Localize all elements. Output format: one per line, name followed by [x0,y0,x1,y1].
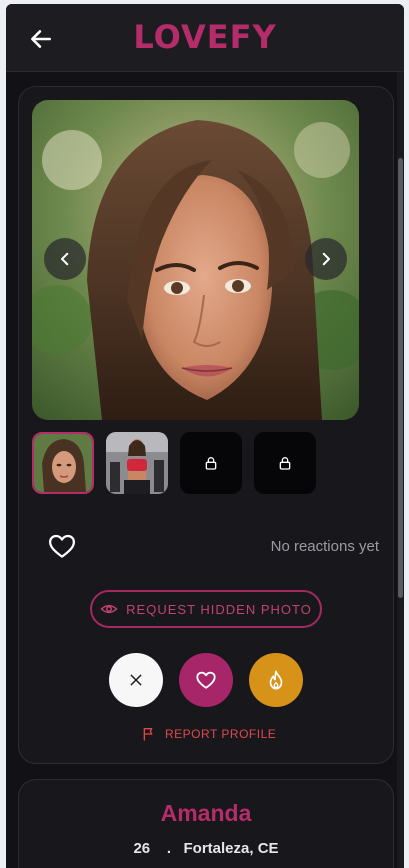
flag-icon [143,728,153,741]
flame-icon [269,670,283,690]
heart-outline-icon [49,534,75,558]
top-bar: LOVEFY [6,4,404,72]
scrollbar[interactable] [397,72,404,868]
request-hidden-photo-label: REQUEST HIDDEN PHOTO [126,601,312,617]
chevron-right-icon [322,252,330,266]
chevron-left-icon [61,252,69,266]
profile-meta: 26 . Fortaleza, CE [19,840,393,857]
meta-separator: . [166,840,171,857]
lock-icon [205,457,217,470]
main-photo [32,100,359,420]
profile-location: Fortaleza, CE [183,840,279,857]
locked-thumbnail-3[interactable] [180,432,242,494]
like-button[interactable] [179,653,233,707]
profile-name: Amanda [160,800,252,826]
profile-info-card: Amanda 26 . Fortaleza, CE [18,779,394,868]
report-profile-label: REPORT PROFILE [165,727,277,741]
reactions-status: No reactions yet [270,538,379,555]
eye-icon [100,604,118,614]
photo-thumbnails [32,432,316,494]
reactions-row: No reactions yet [47,531,379,561]
profile-photo-card: No reactions yet REQUEST HIDDEN PHOTO RE… [18,86,394,764]
lock-icon [279,457,291,470]
locked-thumbnail-4[interactable] [254,432,316,494]
app-window: LOVEFY No reactions yet REQUEST HIDDEN P… [6,4,404,868]
close-icon [130,674,142,686]
thumbnail-1[interactable] [32,432,94,494]
report-profile-button[interactable]: REPORT PROFILE [141,726,276,742]
pass-button[interactable] [109,653,163,707]
request-hidden-photo-button[interactable]: REQUEST HIDDEN PHOTO [90,590,322,628]
app-logo: LOVEFY [133,18,277,56]
thumbnail-2[interactable] [106,432,168,494]
next-photo-button[interactable] [305,238,347,280]
heart-icon [196,671,216,689]
react-heart-button[interactable] [47,531,77,561]
action-buttons [109,653,303,707]
superlike-button[interactable] [249,653,303,707]
previous-photo-button[interactable] [44,238,86,280]
profile-age: 26 [133,840,151,857]
scrollbar-thumb[interactable] [398,158,403,598]
